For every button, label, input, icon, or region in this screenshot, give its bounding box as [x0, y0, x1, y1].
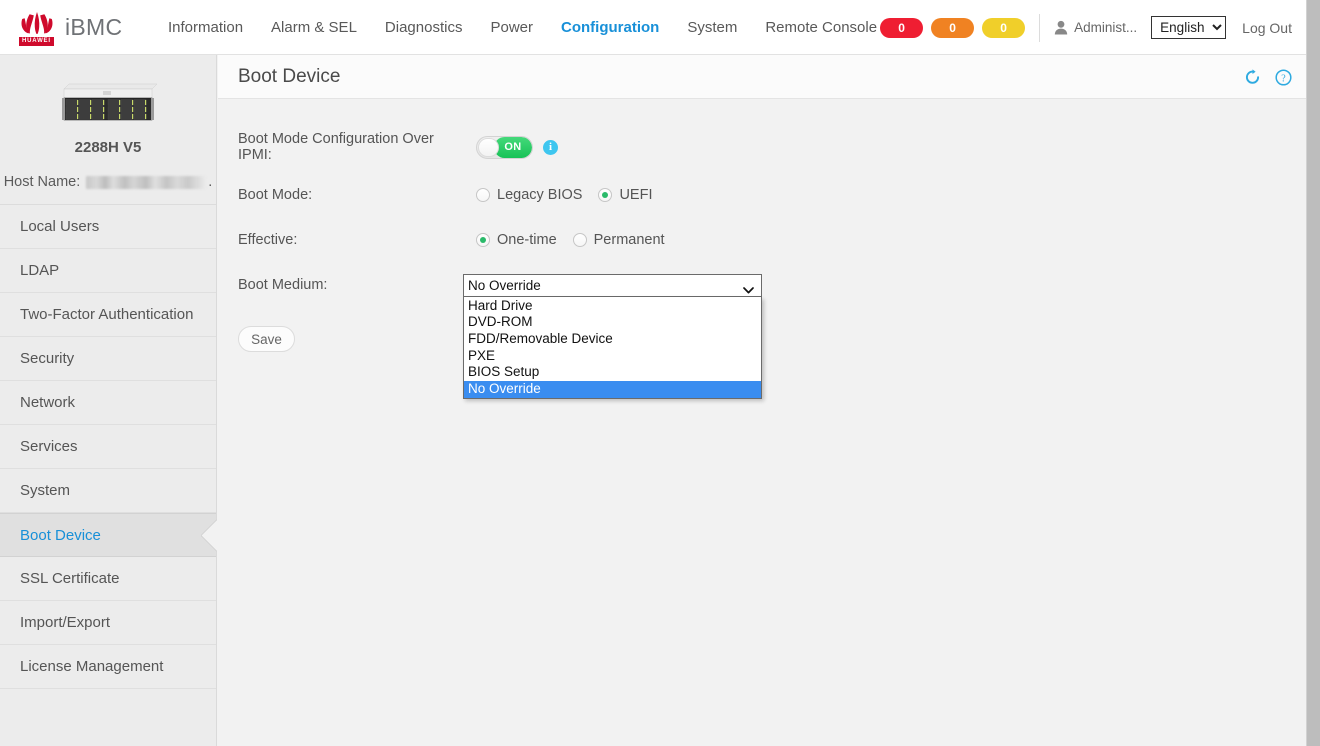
radio-dot-icon: [476, 233, 490, 247]
sidebar-item-ldap[interactable]: LDAP: [0, 249, 216, 293]
major-alarm-badge[interactable]: 0: [931, 17, 975, 38]
effective-row: Effective: One-time Permanent: [218, 229, 1306, 251]
sidebar-item-boot-device[interactable]: Boot Device: [0, 513, 216, 557]
brand-logo[interactable]: HUAWEI iBMC: [14, 7, 132, 47]
host-name-label: Host Name:: [3, 174, 81, 190]
nav-item-configuration[interactable]: Configuration: [547, 0, 673, 55]
boot-medium-select-wrap: No Override Hard Drive DVD-ROM FDD/Remov…: [463, 273, 762, 399]
main-nav: Information Alarm & SEL Diagnostics Powe…: [154, 0, 891, 55]
sidebar-item-security[interactable]: Security: [0, 337, 216, 381]
sidebar-item-label: Boot Device: [20, 527, 101, 544]
sidebar-item-network[interactable]: Network: [0, 381, 216, 425]
boot-medium-label: Boot Medium:: [238, 277, 328, 293]
sidebar-item-ssl-certificate[interactable]: SSL Certificate: [0, 557, 216, 601]
boot-device-form: Boot Mode Configuration Over IPMI: ON i …: [218, 99, 1306, 399]
language-select[interactable]: English: [1151, 16, 1227, 39]
radio-uefi[interactable]: UEFI: [598, 187, 652, 203]
page-title: Boot Device: [238, 65, 341, 87]
sidebar-item-system[interactable]: System: [0, 469, 216, 513]
refresh-icon[interactable]: [1244, 68, 1261, 86]
option-fdd-removable-device[interactable]: FDD/Removable Device: [464, 331, 761, 348]
server-info-card: 2288H V5 Host Name: .: [0, 55, 216, 205]
sidebar: 2288H V5 Host Name: . Local Users LDAP T…: [0, 55, 217, 746]
minor-alarm-badge[interactable]: 0: [982, 17, 1026, 38]
boot-medium-options-list: Hard Drive DVD-ROM FDD/Removable Device …: [463, 296, 762, 399]
radio-dot-icon: [476, 188, 490, 202]
top-right-controls: 0 0 0 Administ... English Log Out: [880, 0, 1306, 55]
page-scrollbar[interactable]: [1306, 0, 1320, 746]
nav-item-information[interactable]: Information: [154, 0, 257, 55]
boot-mode-radio-group: Legacy BIOS UEFI: [476, 187, 668, 203]
nav-item-system[interactable]: System: [673, 0, 751, 55]
boot-medium-row: Boot Medium: No Override Hard Drive DVD-…: [218, 273, 1306, 399]
boot-medium-field: No Override Hard Drive DVD-ROM FDD/Remov…: [463, 273, 762, 399]
critical-alarm-badge[interactable]: 0: [880, 17, 924, 38]
top-navigation-bar: HUAWEI iBMC Information Alarm & SEL Diag…: [0, 0, 1306, 55]
nav-item-alarm-sel[interactable]: Alarm & SEL: [257, 0, 371, 55]
main-content: Boot Device ? Boot Mode Configuration Ov…: [218, 55, 1306, 746]
option-dvd-rom[interactable]: DVD-ROM: [464, 314, 761, 331]
effective-radio-group: One-time Permanent: [476, 232, 681, 248]
product-name: iBMC: [65, 13, 123, 40]
huawei-flower-logo: HUAWEI: [14, 7, 60, 47]
user-menu[interactable]: Administ...: [1054, 20, 1137, 35]
radio-dot-icon: [598, 188, 613, 202]
host-name-value-redacted: [86, 175, 207, 189]
person-icon: [1054, 20, 1068, 35]
chevron-down-icon: [743, 282, 754, 297]
boot-mode-label: Boot Mode:: [238, 187, 313, 203]
user-name-label: Administ...: [1074, 20, 1138, 35]
sidebar-item-import-export[interactable]: Import/Export: [0, 601, 216, 645]
toggle-state-label: ON: [494, 136, 532, 158]
radio-permanent[interactable]: Permanent: [572, 232, 665, 248]
ipmi-config-row: Boot Mode Configuration Over IPMI: ON i: [218, 131, 1306, 163]
radio-label-legacy-bios: Legacy BIOS: [497, 187, 583, 203]
huawei-wordmark: HUAWEI: [19, 37, 54, 46]
effective-label: Effective:: [238, 232, 298, 248]
boot-medium-select[interactable]: No Override: [463, 273, 762, 297]
rack-server-thumbnail: [62, 83, 158, 121]
boot-mode-row: Boot Mode: Legacy BIOS UEFI: [218, 184, 1306, 206]
radio-label-uefi: UEFI: [619, 187, 653, 203]
radio-legacy-bios[interactable]: Legacy BIOS: [476, 187, 582, 203]
radio-label-permanent: Permanent: [593, 232, 665, 248]
page-header-actions: ?: [1244, 55, 1292, 99]
nav-item-remote-console[interactable]: Remote Console: [751, 0, 891, 55]
info-icon[interactable]: i: [543, 139, 558, 155]
sidebar-item-local-users[interactable]: Local Users: [0, 205, 216, 249]
radio-label-one-time: One-time: [497, 232, 557, 248]
vertical-divider: [1039, 13, 1041, 42]
sidebar-item-license-management[interactable]: License Management: [0, 645, 216, 689]
option-bios-setup[interactable]: BIOS Setup: [464, 364, 761, 381]
sidebar-item-services[interactable]: Services: [0, 425, 216, 469]
option-hard-drive[interactable]: Hard Drive: [464, 298, 761, 315]
host-name-row: Host Name: .: [0, 174, 216, 190]
page-header: Boot Device ?: [218, 55, 1306, 99]
ipmi-toggle-switch[interactable]: ON: [476, 135, 533, 159]
boot-medium-selected-value: No Override: [468, 277, 541, 293]
svg-text:?: ?: [1281, 73, 1286, 84]
logout-link[interactable]: Log Out: [1242, 20, 1292, 36]
option-no-override[interactable]: No Override: [464, 380, 761, 398]
save-button[interactable]: Save: [238, 326, 295, 352]
alarm-badges: 0 0 0: [880, 17, 1026, 38]
radio-one-time[interactable]: One-time: [476, 232, 557, 248]
help-icon[interactable]: ?: [1275, 68, 1292, 86]
toggle-knob: [478, 137, 499, 157]
ipmi-config-label: Boot Mode Configuration Over IPMI:: [238, 131, 434, 163]
option-pxe[interactable]: PXE: [464, 348, 761, 365]
form-actions: Save: [218, 326, 1306, 352]
radio-dot-icon: [572, 233, 587, 247]
nav-item-power[interactable]: Power: [476, 0, 547, 55]
host-name-suffix: .: [208, 174, 213, 190]
sidebar-item-two-factor-authentication[interactable]: Two-Factor Authentication: [0, 293, 216, 337]
nav-item-diagnostics[interactable]: Diagnostics: [371, 0, 477, 55]
ipmi-config-field: ON i: [476, 135, 558, 159]
active-item-notch-icon: [201, 514, 217, 556]
server-model-label: 2288H V5: [74, 139, 142, 156]
